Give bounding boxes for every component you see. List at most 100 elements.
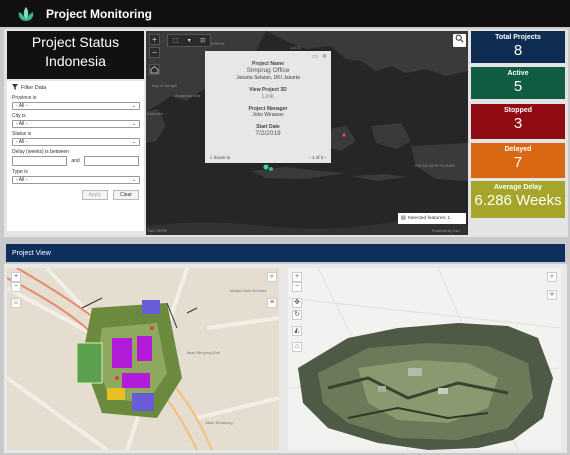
site-plan-map[interactable] — [7, 268, 279, 450]
popup-manager: Joko Wirawan — [252, 112, 284, 118]
app-title: Project Monitoring — [46, 6, 152, 21]
popup-start-date: 7/2/2019 — [255, 130, 281, 137]
city-select[interactable]: - All - ⌄ — [12, 120, 140, 128]
kpi-total-label: Total Projects — [495, 34, 541, 41]
kpi-average-delay: Average Delay 6.286 Weeks — [471, 181, 565, 218]
chevron-down-icon: ⌄ — [131, 177, 136, 183]
kpi-active: Active 5 — [471, 67, 565, 99]
site-zoom-out-button[interactable]: − — [11, 282, 21, 292]
search-icon — [455, 34, 464, 43]
delay-and-label: and — [71, 158, 80, 164]
map-toolbar: ⬚ ▾ ⊡ — [167, 34, 211, 47]
kpi-active-label: Active — [507, 70, 529, 77]
close-icon[interactable]: ✕ — [322, 53, 327, 60]
filter-panel: Filter Data Province is - All - ⌄ City is… — [7, 81, 144, 231]
type-label: Type is — [12, 169, 28, 175]
street-label: Jalan Sinabung — [205, 420, 233, 425]
city-select-value: - All - — [16, 121, 28, 127]
next-icon[interactable]: › — [323, 155, 327, 160]
project-popup: ▭ ✕ Project Name Simprug Office Jakarta … — [205, 51, 331, 163]
kpi-delayed-value: 7 — [513, 154, 523, 171]
scene-zoom-in-button[interactable]: + — [292, 272, 302, 282]
project-marker[interactable] — [269, 167, 273, 171]
filter-header-label: Filter Data — [21, 85, 47, 91]
zoom-in-button[interactable]: + — [149, 34, 160, 45]
map-place-label: Bay of Bengal — [152, 83, 177, 88]
table-icon: ▤ — [401, 216, 406, 221]
kpi-delayed: Delayed 7 — [471, 143, 565, 178]
project-marker[interactable] — [342, 133, 346, 137]
select-tool-icon[interactable]: ⬚ — [173, 37, 179, 44]
popup-controls: ▭ ✕ — [312, 53, 327, 60]
app-logo-icon — [16, 6, 36, 22]
status-select[interactable]: - All - ⌄ — [12, 138, 140, 146]
map-place-label: Andaman Sea — [175, 93, 201, 98]
status-label: Status is — [12, 131, 32, 137]
scene-home-button[interactable]: ⌂ — [292, 342, 302, 352]
site-zoom-in-button[interactable]: + — [11, 272, 21, 282]
apply-button[interactable]: Apply — [81, 190, 109, 200]
province-select[interactable]: - All - ⌄ — [12, 102, 140, 110]
kpi-active-value: 5 — [513, 78, 523, 95]
clear-button[interactable]: Clear — [113, 190, 139, 200]
poi-label: Masjid Jami Al-Huda — [230, 288, 267, 293]
project-view-header: Project View — [6, 244, 565, 262]
selected-features-label: Selected features: 1 — [407, 216, 451, 221]
popup-project-name: Simprug Office — [246, 67, 290, 74]
map-place-label: BURMA — [210, 41, 225, 46]
scene-measure-button[interactable]: ⟡ — [547, 290, 557, 300]
map-place-label: Colombo — [147, 111, 164, 116]
map-search-button[interactable] — [453, 34, 466, 47]
kpi-average-label: Average Delay — [494, 184, 542, 191]
kpi-total-projects: Total Projects 8 — [471, 31, 565, 63]
delay-label: Delay (weeks) is between — [12, 149, 69, 155]
scene-rotate-button[interactable]: ↻ — [292, 310, 302, 320]
app-root: Project Monitoring Project Status Indone… — [0, 0, 570, 455]
zoom-out-button[interactable]: − — [149, 47, 160, 58]
type-select[interactable]: - All - ⌄ — [12, 176, 140, 184]
app-header: Project Monitoring — [0, 0, 570, 27]
scene-compass-button[interactable]: ◭ — [292, 326, 302, 336]
filter-icon — [12, 84, 18, 92]
map-place-label: PAPUA NEW GUINEA — [415, 163, 455, 168]
status-title-line2: Indonesia — [45, 53, 106, 69]
scene-search-button[interactable]: ⌕ — [547, 272, 557, 282]
kpi-stopped-value: 3 — [513, 115, 523, 132]
site-home-button[interactable]: ⌂ — [11, 298, 21, 308]
type-select-value: - All - — [16, 177, 28, 183]
chevron-down-icon: ⌄ — [131, 121, 136, 127]
kpi-average-value: 6.286 Weeks — [474, 192, 562, 209]
extent-icon[interactable]: ⊡ — [200, 37, 205, 44]
popup-pager: ‹ 1 of 2 › — [309, 155, 326, 160]
popup-footer: ⌕ Zoom to ‹ 1 of 2 › — [210, 155, 326, 160]
chevron-down-icon: ⌄ — [131, 103, 136, 109]
chevron-down-icon[interactable]: ▾ — [188, 37, 191, 44]
filter-header[interactable]: Filter Data — [12, 84, 139, 92]
project-marker[interactable] — [263, 164, 269, 170]
pager-label: 1 of 2 — [311, 155, 324, 160]
popup-location: Jakarta Selatan, DKI Jakarta — [236, 75, 300, 81]
site-search-button[interactable]: ⌕ — [267, 272, 277, 282]
map-place-label: LAOS — [290, 45, 301, 50]
scene-pan-button[interactable]: ✥ — [292, 298, 302, 308]
zoom-to-label: Zoom to — [213, 155, 231, 160]
zoom-to-button[interactable]: ⌕ Zoom to — [210, 155, 230, 160]
province-select-value: - All - — [16, 103, 28, 109]
popup-view3d-link[interactable]: Link — [205, 93, 331, 100]
chevron-down-icon: ⌄ — [131, 139, 136, 145]
status-select-value: - All - — [16, 139, 28, 145]
dock-icon[interactable]: ▭ — [312, 53, 318, 60]
kpi-stopped: Stopped 3 — [471, 104, 565, 139]
delay-min-input[interactable] — [12, 156, 68, 166]
scene-zoom-out-button[interactable]: − — [292, 282, 302, 292]
status-title-line1: Project Status — [31, 34, 120, 50]
project-3d-view[interactable] — [288, 268, 561, 450]
province-label: Province is — [12, 95, 37, 101]
filter-buttons: Apply Clear — [12, 190, 139, 200]
site-plan-drawing — [7, 268, 279, 450]
selected-features-button[interactable]: ▤ Selected features: 1 — [398, 213, 466, 224]
delay-max-input[interactable] — [83, 156, 139, 166]
map-attribution: Esri, HERE — [148, 229, 168, 233]
site-layers-button[interactable]: ≡ — [267, 298, 277, 308]
home-button[interactable] — [149, 64, 160, 75]
